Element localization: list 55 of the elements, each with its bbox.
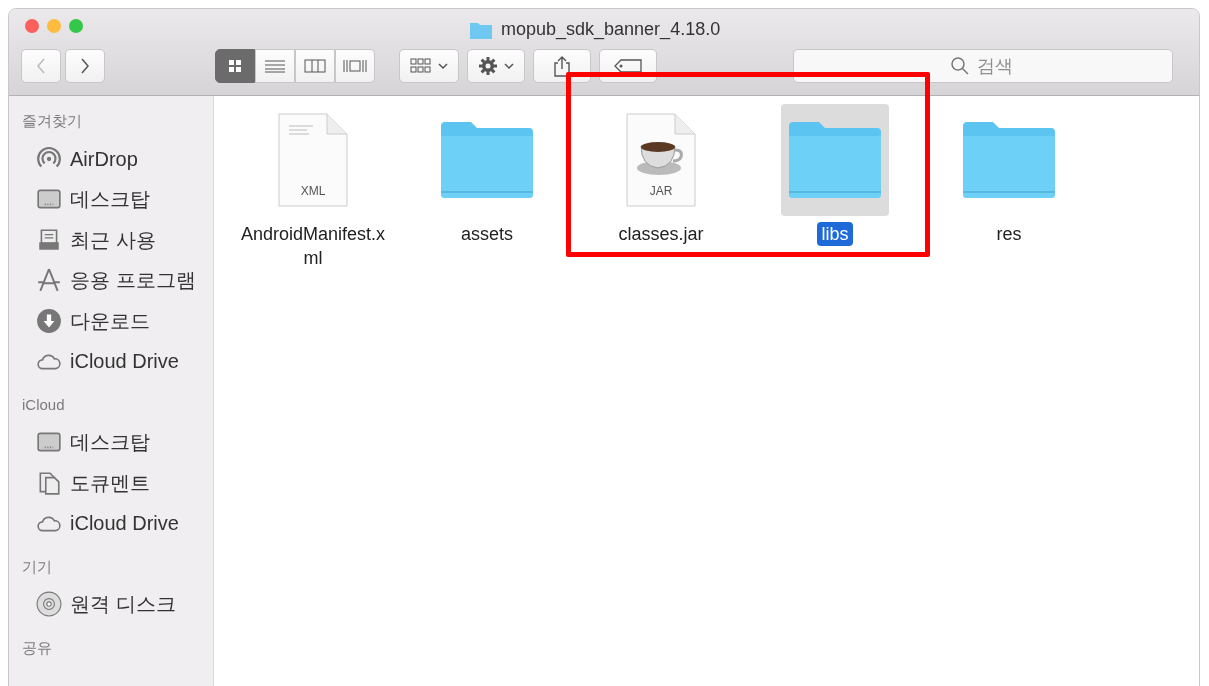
file-type-label: JAR: [648, 183, 674, 200]
cover-flow-icon: [343, 59, 367, 73]
close-button[interactable]: [25, 19, 39, 33]
folder-icon: [961, 120, 1057, 200]
sidebar-heading: 즐겨찾기: [22, 111, 83, 131]
jar-file-icon: [623, 112, 699, 208]
caret-icon: [504, 62, 514, 70]
list-view-button[interactable]: [255, 49, 295, 83]
sidebar-heading: 기기: [22, 556, 53, 577]
icon-view-button[interactable]: [215, 49, 255, 83]
chevron-right-icon: [80, 57, 90, 75]
arrange-button[interactable]: [399, 49, 459, 83]
forward-button[interactable]: [65, 49, 105, 83]
caret-icon: [438, 62, 448, 70]
file-name[interactable]: res: [992, 222, 1026, 246]
sidebar-item[interactable]: 최근 사용: [70, 224, 156, 255]
grid-icon: [228, 59, 242, 73]
share-icon: [553, 55, 571, 77]
gear-icon: [478, 56, 498, 76]
file-name[interactable]: classes.jar: [614, 222, 708, 246]
sidebar-item[interactable]: 데스크탑: [70, 427, 150, 458]
disc-icon: [36, 591, 62, 618]
sidebar-heading: iCloud: [22, 394, 66, 415]
grid-icon: [410, 58, 432, 74]
file-name[interactable]: assets: [457, 222, 517, 246]
window-title: mopub_sdk_banner_4.18.0: [501, 18, 721, 42]
columns-icon: [304, 59, 326, 73]
tray-icon: [36, 226, 62, 253]
sidebar-item[interactable]: iCloud Drive: [70, 508, 179, 539]
folder-icon: [787, 120, 883, 200]
chevron-left-icon: [36, 57, 46, 75]
back-button[interactable]: [21, 49, 61, 83]
cover-flow-button[interactable]: [335, 49, 375, 83]
share-button[interactable]: [533, 49, 591, 83]
sidebar-item[interactable]: 응용 프로그램: [70, 265, 196, 296]
sidebar-item[interactable]: iCloud Drive: [70, 346, 179, 377]
column-view-button[interactable]: [295, 49, 335, 83]
folder-icon: [439, 120, 535, 200]
document-icon: [275, 112, 351, 208]
sidebar-item[interactable]: 다운로드: [70, 305, 150, 336]
zoom-button[interactable]: [69, 19, 83, 33]
action-button[interactable]: [467, 49, 525, 83]
file-type-label: XML: [299, 183, 327, 200]
sidebar-item[interactable]: AirDrop: [70, 143, 138, 174]
tag-icon: [614, 59, 642, 73]
sidebar-item[interactable]: 원격 디스크: [70, 589, 176, 620]
sidebar-item[interactable]: 데스크탑: [70, 184, 150, 215]
sidebar-item[interactable]: 도큐멘트: [70, 467, 150, 498]
minimize-button[interactable]: [47, 19, 61, 33]
list-icon: [265, 59, 285, 73]
file-name[interactable]: libs: [817, 222, 853, 246]
download-icon: [36, 307, 62, 334]
file-name[interactable]: AndroidManifest.x ml: [236, 222, 390, 270]
pencil-ruler-icon: [36, 267, 62, 294]
sidebar-heading: 공유: [22, 637, 53, 658]
